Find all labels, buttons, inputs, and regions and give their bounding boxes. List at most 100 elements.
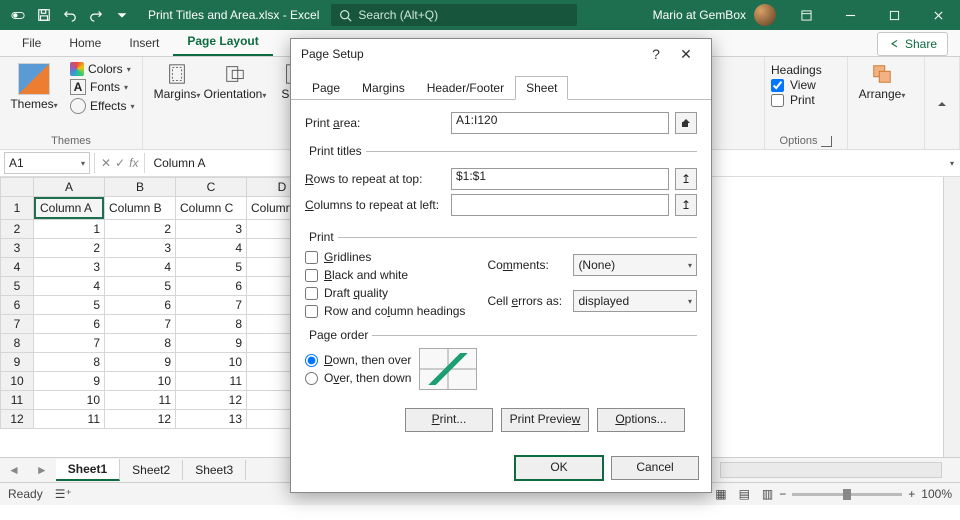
zoom-in-icon[interactable]: +: [908, 487, 915, 501]
margins-button[interactable]: Margins▾: [149, 61, 205, 103]
col-header[interactable]: A: [34, 178, 105, 197]
dialog-launcher-icon[interactable]: [821, 136, 832, 147]
cell[interactable]: 9: [176, 334, 247, 353]
sheet-nav-prev[interactable]: ◄: [0, 463, 28, 477]
cell[interactable]: 7: [176, 296, 247, 315]
row-header[interactable]: 10: [1, 372, 34, 391]
dialog-tab-sheet[interactable]: Sheet: [515, 76, 568, 100]
sheet-tab-1[interactable]: Sheet1: [56, 459, 120, 481]
cancel-formula-icon[interactable]: ✕: [101, 156, 111, 170]
sheet-tab-3[interactable]: Sheet3: [183, 460, 246, 480]
col-header[interactable]: B: [105, 178, 176, 197]
row-header[interactable]: 1: [1, 197, 34, 220]
cell[interactable]: 12: [176, 391, 247, 410]
col-header[interactable]: C: [176, 178, 247, 197]
ribbon-display-options[interactable]: [784, 0, 828, 30]
row-header[interactable]: 11: [1, 391, 34, 410]
row-header[interactable]: 4: [1, 258, 34, 277]
cell[interactable]: Column B: [105, 197, 176, 220]
cell[interactable]: 3: [105, 239, 176, 258]
accessibility-icon[interactable]: ☰⁺: [55, 487, 72, 501]
cell[interactable]: 11: [176, 372, 247, 391]
qat-customize-icon[interactable]: [112, 5, 132, 25]
dialog-help-button[interactable]: ?: [641, 46, 671, 62]
row-header[interactable]: 9: [1, 353, 34, 372]
row-header[interactable]: 5: [1, 277, 34, 296]
account-button[interactable]: Mario at GemBox: [645, 4, 784, 26]
arrange-button[interactable]: Arrange▾: [854, 61, 910, 103]
row-header[interactable]: 2: [1, 220, 34, 239]
tab-page-layout[interactable]: Page Layout: [173, 30, 272, 56]
search-box[interactable]: Search (Alt+Q): [331, 4, 577, 26]
headings-print-checkbox[interactable]: Print: [771, 93, 822, 107]
down-then-over-radio[interactable]: Down, then over: [305, 353, 411, 367]
print-preview-button[interactable]: Print Preview: [501, 408, 589, 432]
options-button[interactable]: Options...: [597, 408, 685, 432]
row-header[interactable]: 6: [1, 296, 34, 315]
cell[interactable]: 6: [176, 277, 247, 296]
cell[interactable]: 8: [176, 315, 247, 334]
dialog-tab-margins[interactable]: Margins: [351, 76, 416, 100]
cell[interactable]: 7: [34, 334, 105, 353]
cell[interactable]: 5: [176, 258, 247, 277]
dialog-tab-headerfooter[interactable]: Header/Footer: [416, 76, 515, 100]
cell[interactable]: 2: [34, 239, 105, 258]
row-header[interactable]: 3: [1, 239, 34, 258]
cell[interactable]: 4: [34, 277, 105, 296]
view-page-break-icon[interactable]: ▥: [756, 487, 779, 501]
cell[interactable]: 6: [34, 315, 105, 334]
cols-repeat-range-picker[interactable]: ↥: [675, 194, 697, 216]
print-button[interactable]: Print...: [405, 408, 493, 432]
cols-repeat-input[interactable]: [451, 194, 669, 216]
sheet-tab-2[interactable]: Sheet2: [120, 460, 183, 480]
black-white-checkbox[interactable]: Black and white: [305, 268, 465, 282]
expand-formula-bar-icon[interactable]: ▾: [944, 159, 960, 168]
cell[interactable]: 5: [105, 277, 176, 296]
cell[interactable]: Column C: [176, 197, 247, 220]
zoom-out-icon[interactable]: −: [779, 487, 786, 501]
autosave-toggle[interactable]: [8, 5, 28, 25]
rows-repeat-input[interactable]: $1:$1: [451, 168, 669, 190]
dialog-titlebar[interactable]: Page Setup ? ✕: [291, 39, 711, 69]
undo-icon[interactable]: [60, 5, 80, 25]
row-col-headings-checkbox[interactable]: Row and column headings: [305, 304, 465, 318]
maximize-button[interactable]: [872, 0, 916, 30]
cell[interactable]: 8: [105, 334, 176, 353]
row-header[interactable]: 7: [1, 315, 34, 334]
cancel-button[interactable]: Cancel: [611, 456, 699, 480]
fx-icon[interactable]: fx: [129, 156, 138, 170]
cell[interactable]: 10: [34, 391, 105, 410]
comments-select[interactable]: (None)▾: [573, 254, 697, 276]
tab-insert[interactable]: Insert: [115, 32, 173, 56]
cell[interactable]: 11: [34, 410, 105, 429]
cell[interactable]: 4: [176, 239, 247, 258]
minimize-button[interactable]: [828, 0, 872, 30]
row-header[interactable]: 12: [1, 410, 34, 429]
cell[interactable]: 9: [34, 372, 105, 391]
cell[interactable]: 3: [34, 258, 105, 277]
themes-button[interactable]: Themes▾: [6, 61, 62, 113]
colors-button[interactable]: Colors▾: [66, 61, 138, 77]
redo-icon[interactable]: [86, 5, 106, 25]
cell[interactable]: 13: [176, 410, 247, 429]
cell[interactable]: 2: [105, 220, 176, 239]
print-area-range-picker[interactable]: [675, 112, 697, 134]
zoom-control[interactable]: − + 100%: [779, 487, 952, 501]
effects-button[interactable]: Effects▾: [66, 97, 138, 115]
cell[interactable]: 9: [105, 353, 176, 372]
ok-button[interactable]: OK: [515, 456, 603, 480]
enter-formula-icon[interactable]: ✓: [115, 156, 125, 170]
cell[interactable]: Column A: [34, 197, 104, 219]
rows-repeat-range-picker[interactable]: ↥: [675, 168, 697, 190]
tab-home[interactable]: Home: [55, 32, 115, 56]
dialog-tab-page[interactable]: Page: [301, 76, 351, 100]
print-area-input[interactable]: A1:I120: [451, 112, 669, 134]
draft-quality-checkbox[interactable]: Draft quality: [305, 286, 465, 300]
gridlines-checkbox[interactable]: Gridlines: [305, 250, 465, 264]
close-button[interactable]: [916, 0, 960, 30]
save-icon[interactable]: [34, 5, 54, 25]
dialog-close-button[interactable]: ✕: [671, 46, 701, 63]
share-button[interactable]: Share: [877, 32, 948, 56]
cell[interactable]: 7: [105, 315, 176, 334]
sheet-nav-next[interactable]: ►: [28, 463, 56, 477]
